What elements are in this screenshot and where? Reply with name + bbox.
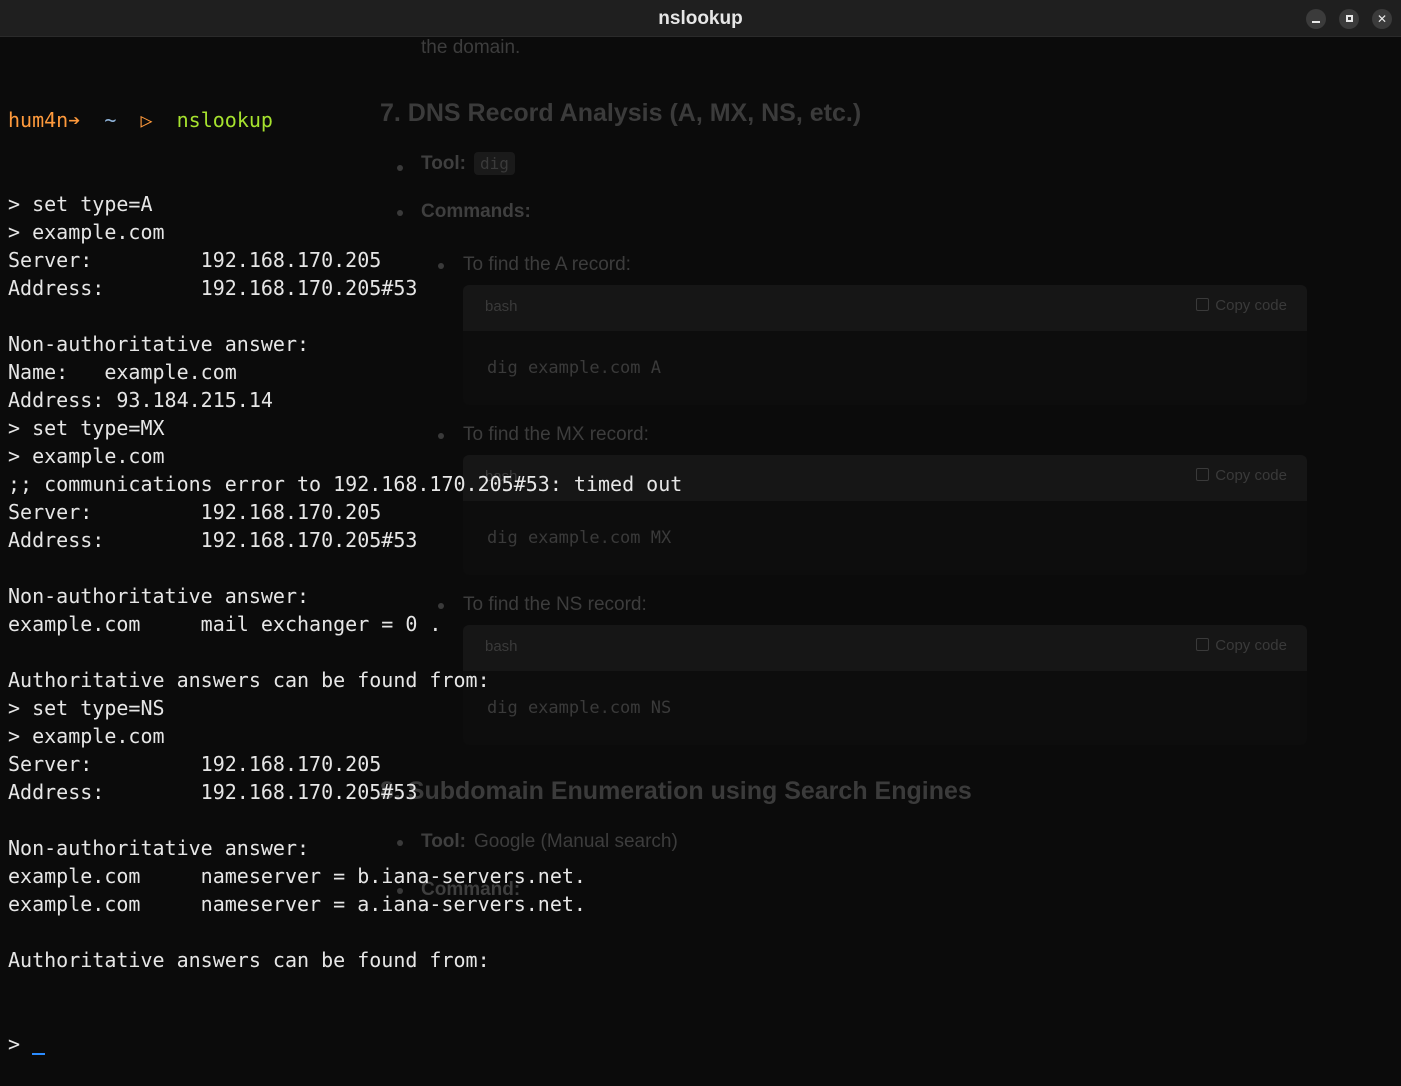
terminal-line: > example.com bbox=[8, 724, 165, 748]
terminal-line: Non-authoritative answer: bbox=[8, 584, 310, 608]
terminal-line: example.com mail exchanger = 0 . bbox=[8, 612, 442, 636]
terminal-output[interactable]: hum4n➔ ~ ▷ nslookup > set type=A > exampl… bbox=[8, 50, 682, 1086]
terminal-lines: > set type=A > example.com Server: 192.168… bbox=[8, 190, 682, 974]
terminal-line: Non-authoritative answer: bbox=[8, 332, 310, 356]
copy-icon bbox=[1196, 468, 1210, 481]
copy-code-button[interactable]: Copy code bbox=[1196, 467, 1287, 484]
prompt-dir: ~ bbox=[104, 108, 117, 132]
minimize-button[interactable] bbox=[1306, 9, 1326, 29]
terminal-line: Address: 93.184.215.14 bbox=[8, 388, 273, 412]
terminal-line: Authoritative answers can be found from: bbox=[8, 668, 490, 692]
title-bar: nslookup ✕ bbox=[0, 0, 1401, 37]
prompt-user: hum4n bbox=[8, 108, 69, 132]
input-line[interactable]: > bbox=[8, 1030, 682, 1058]
terminal-line: Server: 192.168.170.205 bbox=[8, 752, 382, 776]
copy-label: Copy code bbox=[1215, 637, 1287, 654]
terminal-line: > set type=NS bbox=[8, 696, 165, 720]
maximize-button[interactable] bbox=[1339, 9, 1359, 29]
window-title: nslookup bbox=[658, 8, 743, 29]
copy-icon bbox=[1196, 298, 1210, 311]
terminal-line: Authoritative answers can be found from: bbox=[8, 948, 490, 972]
copy-label: Copy code bbox=[1215, 467, 1287, 484]
input-prompt: > bbox=[8, 1032, 33, 1056]
maximize-icon bbox=[1345, 14, 1353, 22]
minimize-icon bbox=[1312, 21, 1320, 23]
terminal-line: > set type=A bbox=[8, 192, 153, 216]
terminal-line: Server: 192.168.170.205 bbox=[8, 248, 382, 272]
terminal-line: example.com nameserver = b.iana-servers.… bbox=[8, 864, 586, 888]
prompt-command: nslookup bbox=[176, 108, 273, 132]
prompt-symbol-icon: ▷ bbox=[140, 108, 153, 132]
text-cursor bbox=[32, 1053, 46, 1055]
terminal-line: Name: example.com bbox=[8, 360, 237, 384]
close-icon: ✕ bbox=[1376, 12, 1388, 26]
shell-prompt: hum4n➔ ~ ▷ nslookup bbox=[8, 106, 682, 134]
copy-icon bbox=[1196, 638, 1210, 651]
copy-code-button[interactable]: Copy code bbox=[1196, 297, 1287, 314]
terminal-line: Address: 192.168.170.205#53 bbox=[8, 528, 418, 552]
terminal-line: > example.com bbox=[8, 220, 165, 244]
copy-code-button[interactable]: Copy code bbox=[1196, 637, 1287, 654]
prompt-arrow-icon: ➔ bbox=[68, 108, 81, 132]
terminal-line: > example.com bbox=[8, 444, 165, 468]
terminal-line: Address: 192.168.170.205#53 bbox=[8, 780, 418, 804]
terminal-line: Server: 192.168.170.205 bbox=[8, 500, 382, 524]
close-button[interactable]: ✕ bbox=[1372, 9, 1392, 29]
copy-label: Copy code bbox=[1215, 297, 1287, 314]
terminal-line: Non-authoritative answer: bbox=[8, 836, 310, 860]
terminal-line: Address: 192.168.170.205#53 bbox=[8, 276, 418, 300]
terminal-line: > set type=MX bbox=[8, 416, 165, 440]
terminal-line: ;; communications error to 192.168.170.2… bbox=[8, 472, 683, 496]
terminal-line: example.com nameserver = a.iana-servers.… bbox=[8, 892, 586, 916]
